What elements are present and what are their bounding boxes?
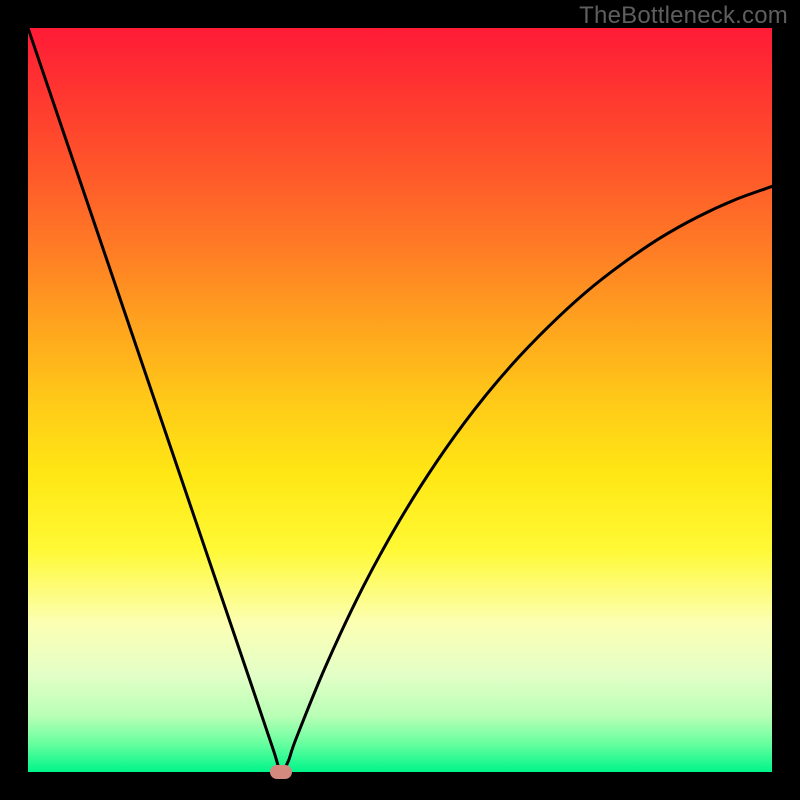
bottleneck-curve <box>28 28 772 772</box>
plot-area <box>28 28 772 772</box>
watermark-text: TheBottleneck.com <box>579 2 788 30</box>
curve-svg <box>28 28 772 772</box>
minimum-marker <box>270 765 292 779</box>
chart-frame: TheBottleneck.com <box>0 0 800 800</box>
